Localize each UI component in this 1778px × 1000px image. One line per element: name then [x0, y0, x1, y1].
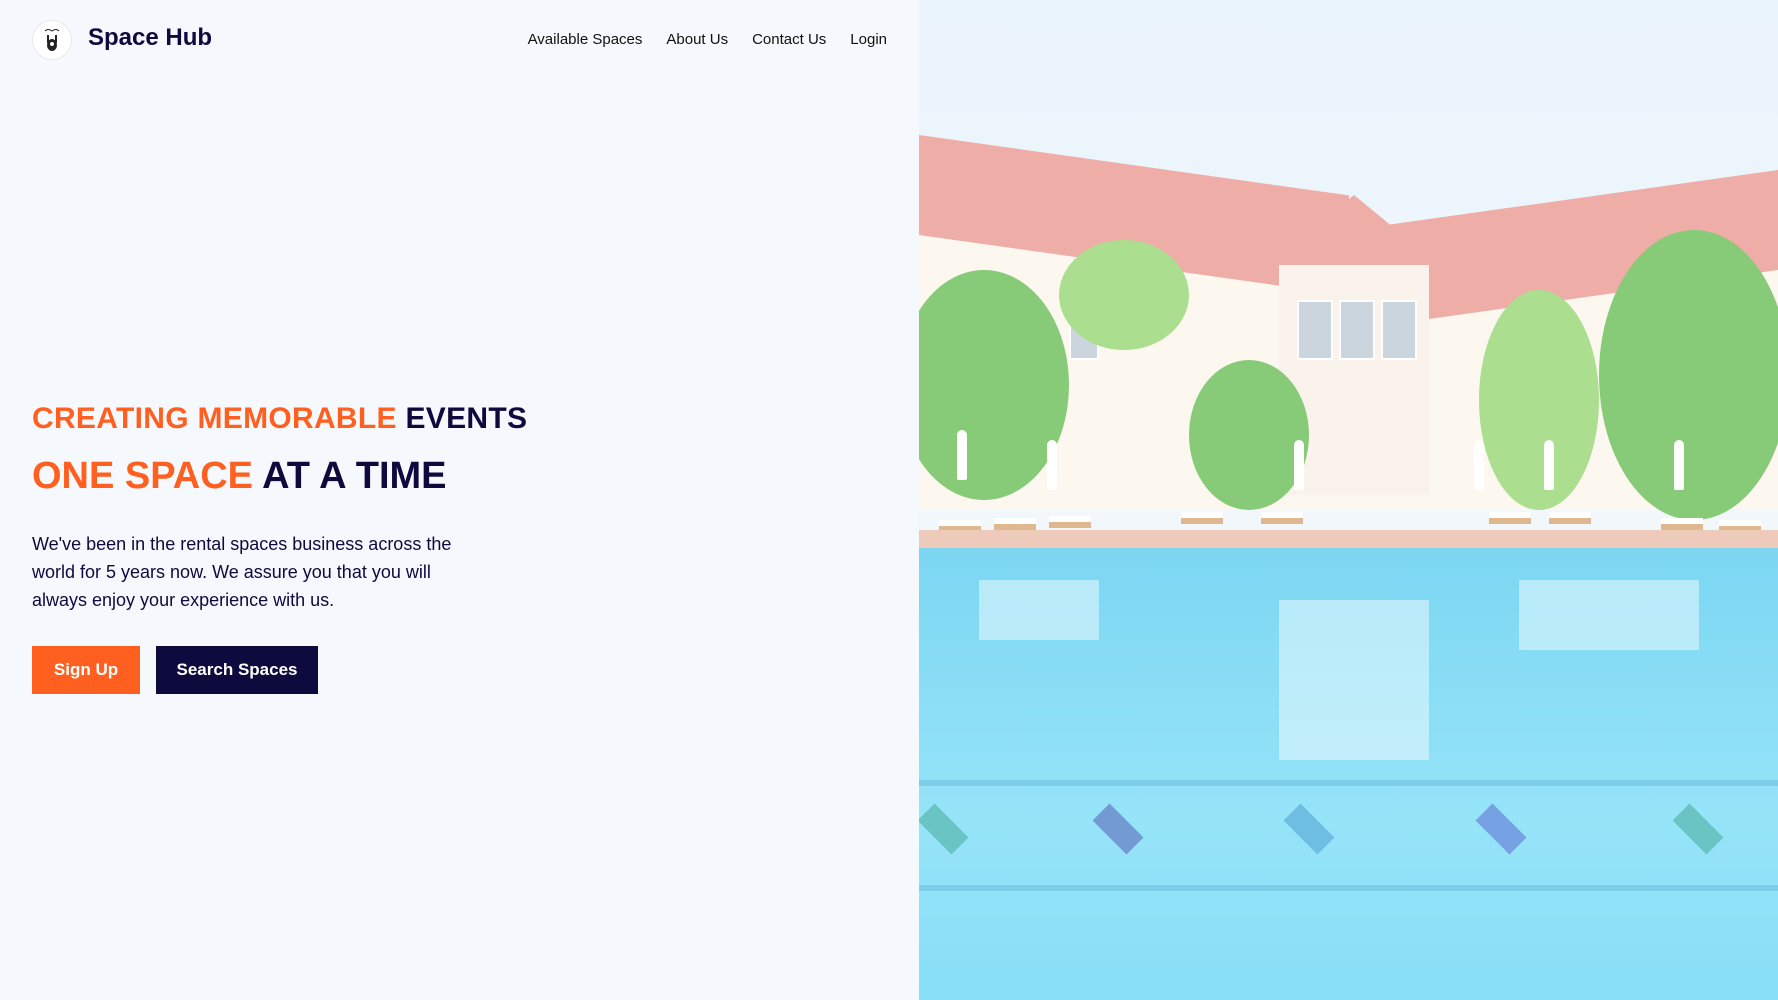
hero-description: We've been in the rental spaces business… [32, 534, 452, 610]
signup-button[interactable]: Sign Up [32, 646, 140, 694]
search-spaces-button[interactable]: Search Spaces [156, 646, 318, 694]
hero-subheadline: ONE SPACE AT A TIME [32, 455, 447, 498]
hero-subheadline-main: AT A TIME [262, 455, 447, 497]
nav-available-spaces[interactable]: Available Spaces [528, 31, 643, 48]
brand-name[interactable]: Space Hub [88, 24, 212, 52]
nav-about-us[interactable]: About Us [666, 31, 728, 48]
hero-headline-accent: CREATING MEMORABLE [32, 402, 397, 435]
image-overlay [919, 0, 1778, 1000]
hand-logo-icon [44, 29, 60, 51]
nav-login[interactable]: Login [850, 31, 887, 48]
hero-panel: Space Hub Available Spaces About Us Cont… [0, 0, 919, 1000]
hero-image-pool-resort [919, 0, 1778, 1000]
hero-headline-main: EVENTS [405, 402, 528, 435]
hero-headline: CREATING MEMORABLE EVENTS [32, 402, 527, 436]
main-nav: Available Spaces About Us Contact Us Log… [528, 31, 887, 48]
logo[interactable] [32, 20, 72, 60]
hero-subheadline-accent: ONE SPACE [32, 455, 254, 497]
nav-contact-us[interactable]: Contact Us [752, 31, 826, 48]
